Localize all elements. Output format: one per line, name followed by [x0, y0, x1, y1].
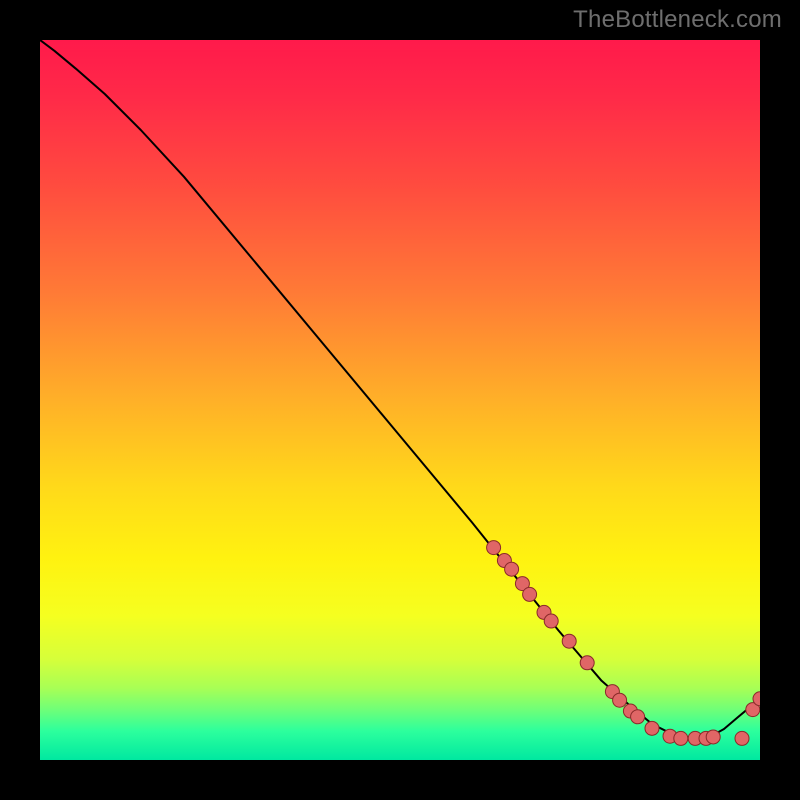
data-marker	[544, 614, 558, 628]
data-marker	[487, 541, 501, 555]
plot-area	[40, 40, 760, 760]
data-marker	[523, 587, 537, 601]
plot-svg	[40, 40, 760, 760]
chart-frame: TheBottleneck.com	[0, 0, 800, 800]
data-marker	[631, 710, 645, 724]
data-marker	[735, 731, 749, 745]
data-marker	[613, 693, 627, 707]
data-marker	[580, 656, 594, 670]
watermark-label: TheBottleneck.com	[573, 6, 782, 34]
data-marker	[674, 731, 688, 745]
plot-background	[40, 40, 760, 760]
data-marker	[562, 634, 576, 648]
data-marker	[505, 562, 519, 576]
data-marker	[706, 730, 720, 744]
data-marker	[645, 721, 659, 735]
